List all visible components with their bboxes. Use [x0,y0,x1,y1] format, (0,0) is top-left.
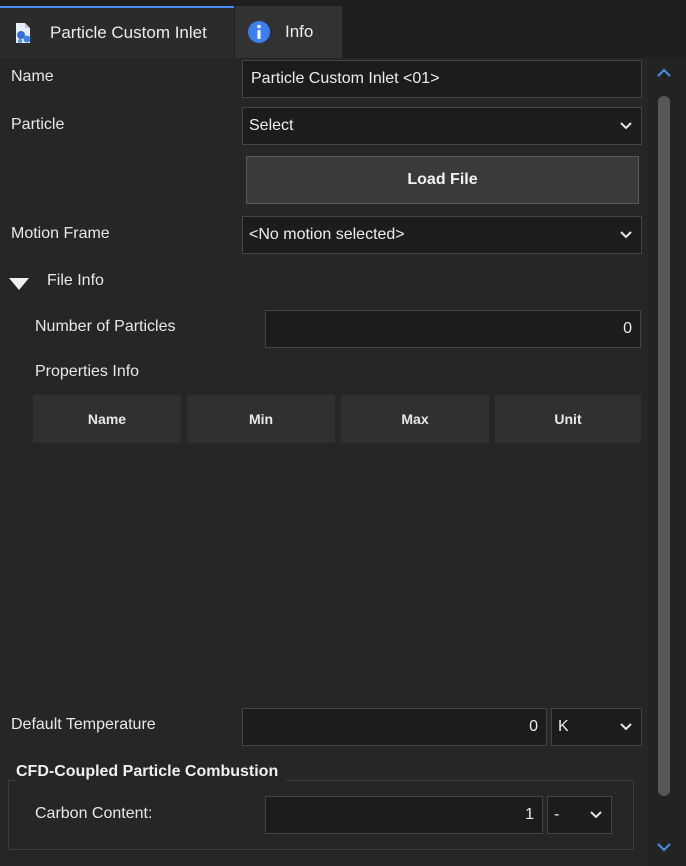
temperature-unit-select[interactable]: K [551,708,642,746]
scroll-down-icon[interactable] [654,840,674,854]
scrollbar-thumb[interactable] [658,96,670,796]
particle-label: Particle [11,116,65,133]
particle-value: Select [249,117,294,134]
column-header-unit[interactable]: Unit [495,395,641,443]
carbon-content-label: Carbon Content: [35,805,153,822]
motion-frame-select[interactable]: <No motion selected> [242,216,642,254]
info-icon [239,12,279,52]
properties-info-label: Properties Info [35,363,140,380]
scroll-up-icon[interactable] [654,66,674,80]
num-particles-value: 0 [623,320,632,337]
column-header-max[interactable]: Max [341,395,489,443]
column-header-name[interactable]: Name [33,395,181,443]
num-particles-label: Number of Particles [35,318,176,335]
temperature-unit-value: K [558,718,569,735]
carbon-unit-select[interactable]: - [547,796,612,834]
tab-info[interactable]: Info [235,6,342,58]
file-info-header: File Info [47,272,104,289]
particle-select[interactable]: Select [242,107,642,145]
chevron-down-icon [620,122,632,130]
num-particles-field: 0 [265,310,641,348]
name-value: Particle Custom Inlet <01> [251,70,440,87]
load-file-button[interactable]: Load File [246,156,639,204]
chevron-down-icon [620,231,632,239]
vertical-scrollbar[interactable] [648,58,686,866]
combustion-group-title: CFD-Coupled Particle Combustion [16,763,287,781]
default-temperature-label: Default Temperature [11,716,156,733]
name-input[interactable]: Particle Custom Inlet <01> [242,60,642,98]
carbon-content-input[interactable]: 1 [265,796,543,834]
particle-inlet-icon [4,13,44,53]
name-label: Name [11,68,54,85]
tab-bar: Particle Custom Inlet Info [0,0,686,58]
tab-label: Info [285,22,314,41]
chevron-down-icon [590,811,602,819]
default-temperature-value: 0 [529,718,538,735]
collapse-triangle-icon[interactable] [8,277,30,291]
carbon-content-value: 1 [525,806,534,823]
motion-frame-label: Motion Frame [11,225,110,242]
motion-frame-value: <No motion selected> [249,226,405,243]
tab-label: Particle Custom Inlet [50,23,207,42]
chevron-down-icon [620,723,632,731]
carbon-unit-value: - [554,806,560,823]
tab-particle-custom-inlet[interactable]: Particle Custom Inlet [0,6,234,58]
default-temperature-input[interactable]: 0 [242,708,547,746]
column-header-min[interactable]: Min [187,395,335,443]
